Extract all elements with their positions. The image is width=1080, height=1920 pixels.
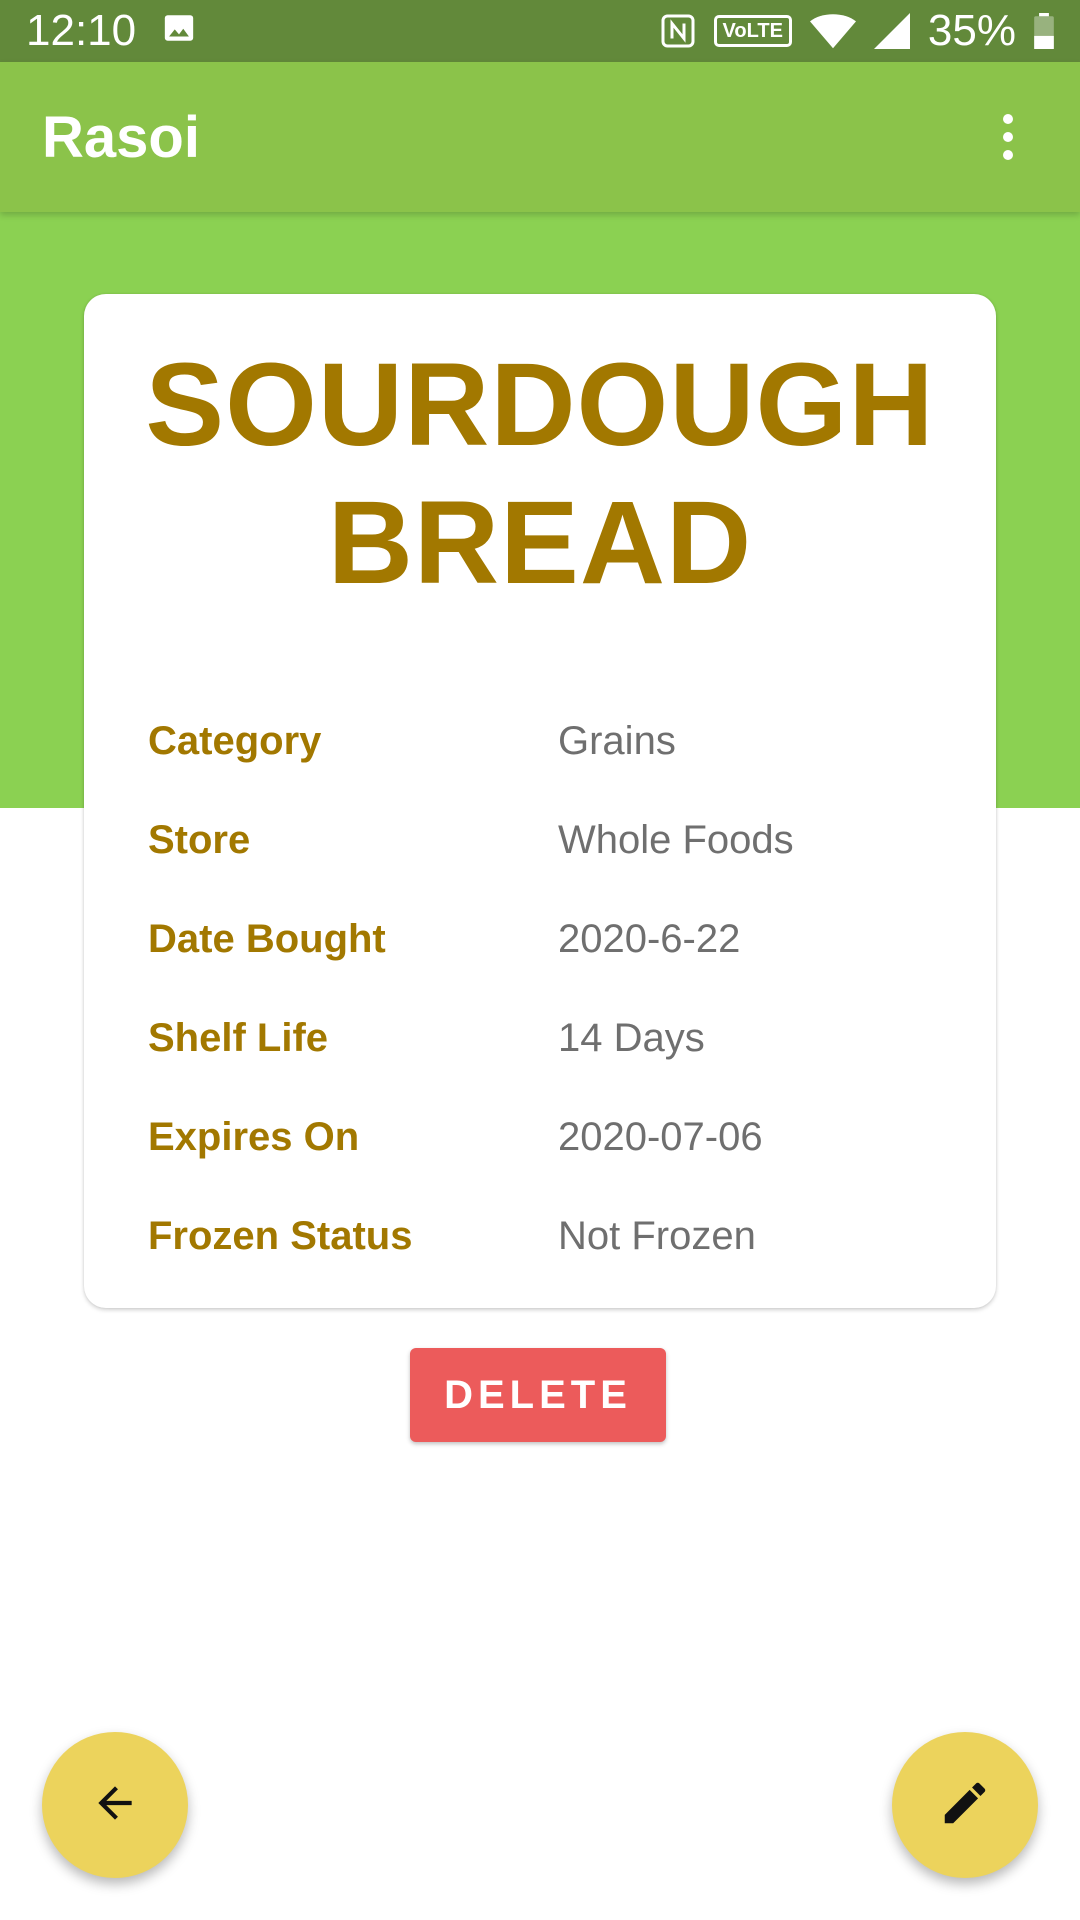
detail-row-frozen-status: Frozen Status Not Frozen (148, 1187, 948, 1286)
detail-value: 2020-07-06 (558, 1115, 763, 1159)
item-details-list: Category Grains Store Whole Foods Date B… (148, 692, 948, 1286)
edit-fab-button[interactable] (892, 1732, 1038, 1878)
detail-label: Shelf Life (148, 1016, 329, 1060)
detail-label: Category (148, 719, 322, 763)
battery-percent: 35% (927, 6, 1016, 55)
wifi-icon (809, 13, 856, 49)
detail-value: 14 Days (558, 1016, 705, 1060)
cell-signal-icon (873, 13, 910, 49)
overflow-menu-icon[interactable] (978, 87, 1038, 187)
detail-value: Not Frozen (558, 1214, 756, 1258)
detail-value: Whole Foods (558, 818, 794, 862)
item-detail-card: SOURDOUGH BREAD Category Grains Store Wh… (84, 294, 996, 1308)
detail-row-shelf-life: Shelf Life 14 Days (148, 989, 948, 1088)
detail-value: Grains (558, 719, 676, 763)
volte-badge: VoLTE (713, 15, 792, 47)
detail-value: 2020-6-22 (558, 917, 741, 961)
app-title: Rasoi (42, 104, 200, 170)
detail-row-store: Store Whole Foods (148, 791, 948, 890)
delete-button[interactable]: DELETE (410, 1348, 666, 1442)
detail-row-expires-on: Expires On 2020-07-06 (148, 1088, 948, 1187)
battery-icon (1034, 13, 1054, 49)
status-time: 12:10 (26, 6, 137, 55)
detail-label: Date Bought (148, 917, 386, 961)
detail-row-date-bought: Date Bought 2020-6-22 (148, 890, 948, 989)
detail-label: Frozen Status (148, 1214, 413, 1258)
nfc-icon (660, 13, 696, 49)
app-bar: Rasoi (0, 62, 1080, 212)
pencil-icon (938, 1776, 992, 1835)
arrow-back-icon (90, 1778, 140, 1833)
detail-row-category: Category Grains (148, 692, 948, 791)
item-name: SOURDOUGH BREAD (145, 339, 935, 609)
back-fab-button[interactable] (42, 1732, 188, 1878)
detail-label: Store (148, 818, 251, 862)
detail-label: Expires On (148, 1115, 360, 1159)
status-bar: 12:10 VoLTE 35% (0, 0, 1080, 62)
image-notification-icon (162, 6, 196, 56)
